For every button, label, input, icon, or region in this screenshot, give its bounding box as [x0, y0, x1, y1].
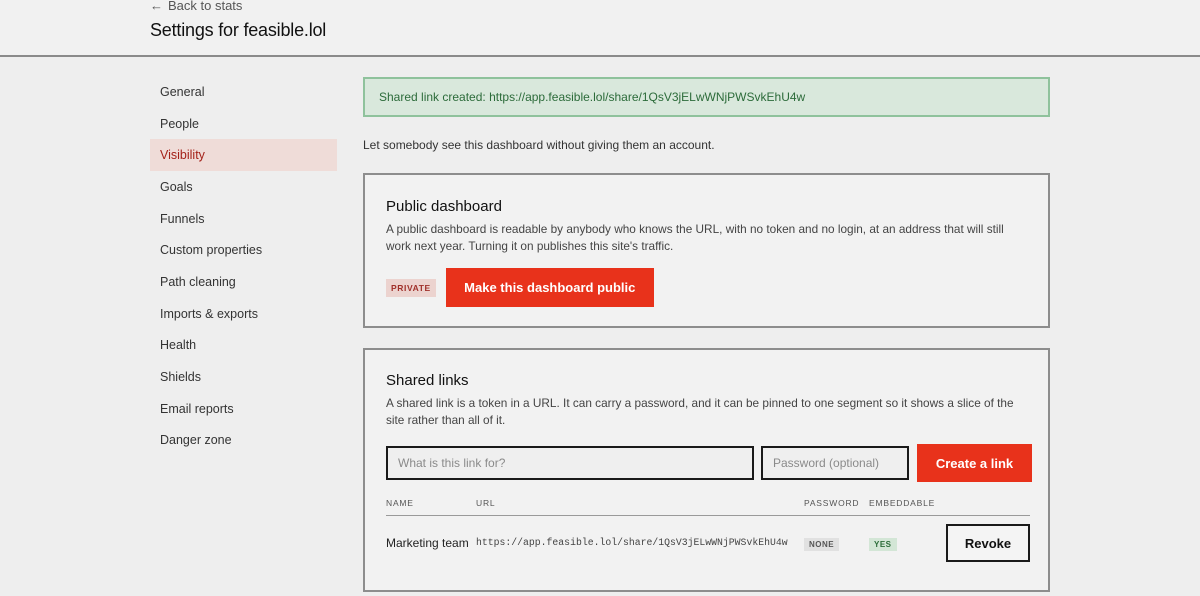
column-header-embeddable: EMBEDDABLE [869, 497, 936, 508]
shared-links-description: A shared link is a token in a URL. It ca… [386, 396, 1014, 427]
settings-main: Shared link created: https://app.feasibl… [363, 77, 1050, 592]
back-link-label: Back to stats [168, 0, 243, 13]
sidebar-item-custom-properties[interactable]: Custom properties [150, 234, 337, 266]
password-status-badge: NONE [804, 538, 840, 551]
embeddable-status-badge: YES [869, 538, 897, 551]
column-header-name: NAME [386, 497, 414, 508]
back-to-stats-link[interactable]: ← Back to stats [150, 0, 242, 13]
top-header: ← Back to stats Settings for feasible.lo… [0, 0, 1200, 57]
column-header-url: URL [476, 497, 496, 508]
shared-links-card: Shared links A shared link is a token in… [363, 348, 1050, 592]
arrow-left-icon: ← [150, 0, 163, 13]
link-url: https://app.feasible.lol/share/1QsV3jELw… [476, 537, 788, 548]
public-dashboard-card: Public dashboard A public dashboard is r… [363, 173, 1050, 328]
sidebar-item-path-cleaning[interactable]: Path cleaning [150, 266, 337, 298]
public-dashboard-description: A public dashboard is readable by anybod… [386, 222, 1004, 253]
private-status-badge: PRIVATE [386, 278, 436, 297]
make-public-button[interactable]: Make this dashboard public [445, 268, 654, 307]
create-link-button[interactable]: Create a link [917, 444, 1032, 482]
sidebar-item-funnels[interactable]: Funnels [150, 203, 337, 235]
revoke-button[interactable]: Revoke [946, 524, 1030, 562]
link-purpose-input[interactable] [386, 446, 754, 480]
shared-links-table: NAME URL PASSWORD EMBEDDABLE Marketing t… [386, 490, 1030, 570]
settings-sidebar: General People Visibility Goals Funnels … [150, 76, 337, 456]
sidebar-item-danger-zone[interactable]: Danger zone [150, 425, 337, 457]
sidebar-item-shields[interactable]: Shields [150, 361, 337, 393]
shared-links-title: Shared links [386, 372, 469, 389]
sidebar-item-general[interactable]: General [150, 76, 337, 108]
sidebar-item-visibility[interactable]: Visibility [150, 139, 337, 172]
success-flash: Shared link created: https://app.feasibl… [363, 77, 1050, 117]
link-name: Marketing team [386, 536, 469, 550]
link-password-input[interactable] [761, 446, 909, 480]
flash-message: Shared link created: https://app.feasibl… [379, 90, 806, 104]
visibility-intro: Let somebody see this dashboard without … [363, 138, 715, 152]
sidebar-item-people[interactable]: People [150, 108, 337, 140]
table-row: Marketing team https://app.feasible.lol/… [386, 516, 1030, 570]
sidebar-item-health[interactable]: Health [150, 330, 337, 362]
sidebar-item-goals[interactable]: Goals [150, 171, 337, 203]
sidebar-item-email-reports[interactable]: Email reports [150, 393, 337, 425]
sidebar-item-imports-exports[interactable]: Imports & exports [150, 298, 337, 330]
page-title: Settings for feasible.lol [150, 20, 327, 40]
table-header: NAME URL PASSWORD EMBEDDABLE [386, 490, 1030, 516]
public-dashboard-title: Public dashboard [386, 198, 502, 215]
column-header-password: PASSWORD [804, 497, 860, 508]
